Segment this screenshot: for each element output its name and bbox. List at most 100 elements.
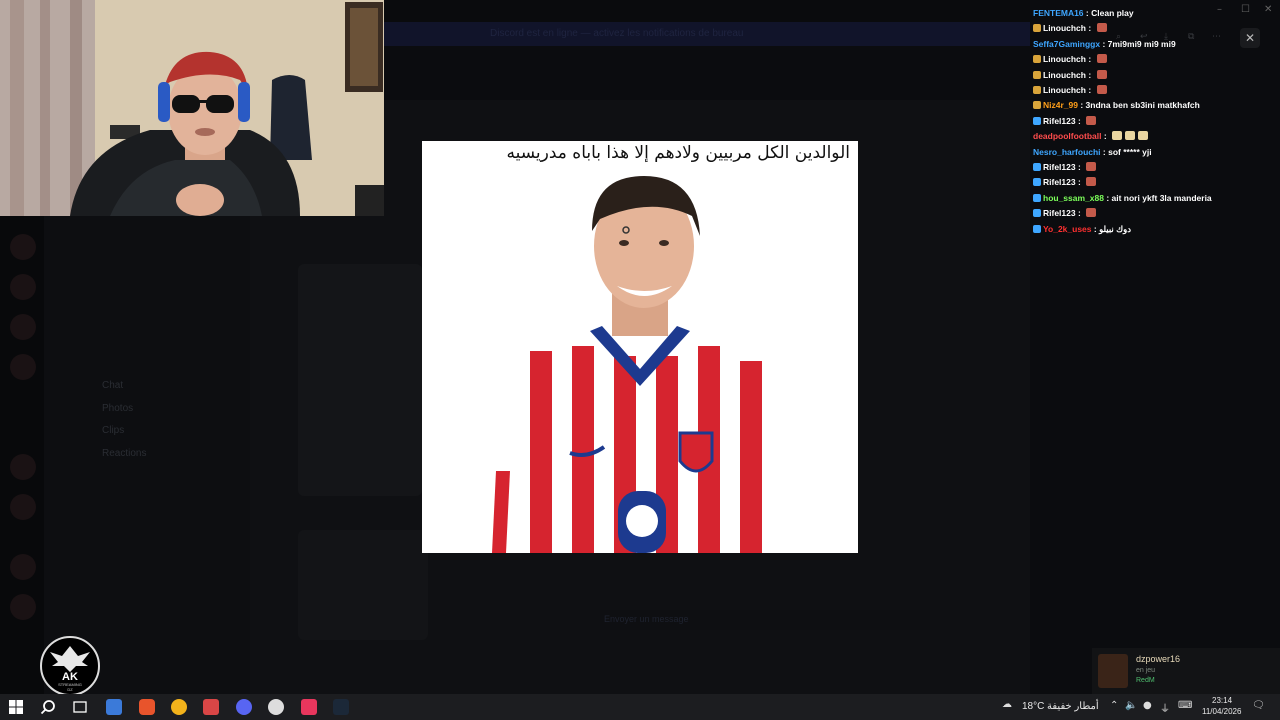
chat-text: 3ndna ben sb3ini matkhafch [1085, 100, 1200, 111]
brave-browser-icon[interactable] [139, 699, 155, 715]
taskbar: ☁ 18°C أمطار خفيفة ⌃ 🔈 ● ⏚ ⌨ 23:14 11/04… [0, 694, 1280, 720]
chat-username[interactable]: hou_ssam_x88 [1043, 193, 1104, 203]
chat-username[interactable]: Niz4r_99 [1043, 100, 1078, 110]
chat-text: ait nori ykft 3la manderia [1111, 192, 1212, 203]
chat-badge-icon [1033, 224, 1041, 233]
chat-message: Linouchch : [1033, 83, 1107, 98]
chat-text: 7mi9mi9 mi9 mi9 [1107, 38, 1176, 49]
chat-badge-icon [1033, 163, 1041, 171]
channel-chat[interactable]: Chat [102, 380, 123, 391]
tiktok-icon[interactable] [301, 699, 317, 715]
chat-message: Linouchch : [1033, 52, 1107, 67]
chat-separator: : [1077, 100, 1086, 111]
chat-username[interactable]: deadpoolfootball [1033, 131, 1101, 141]
obs-icon[interactable] [268, 699, 284, 715]
chat-text: sof ***** yji [1108, 146, 1152, 157]
chat-emote-icon [1138, 131, 1149, 141]
chat-message: Rifel123 : [1033, 160, 1097, 175]
chat-separator: : [1075, 162, 1084, 172]
chat-emote-icon [1086, 162, 1097, 171]
steam-icon[interactable] [333, 699, 349, 715]
server-icon[interactable] [10, 234, 36, 260]
background-channel-list [44, 216, 250, 694]
activity-notification[interactable]: dzpower16 en jeu RedM [1092, 648, 1280, 694]
mail-icon[interactable] [203, 699, 219, 715]
chat-message: Rifel123 : [1033, 114, 1097, 129]
weather-temperature: 18°C [1022, 701, 1045, 712]
eagle-logo-icon: AK STREAMING DZ [50, 646, 90, 692]
chrome-icon[interactable] [171, 699, 187, 715]
chat-separator: : [1091, 223, 1100, 234]
chat-separator: : [1083, 8, 1092, 18]
chat-badge-icon [1033, 209, 1041, 218]
chat-separator: : [1103, 192, 1112, 203]
chat-separator: : [1085, 23, 1094, 34]
chat-username[interactable]: Linouchch [1043, 85, 1086, 95]
server-icon[interactable] [10, 454, 36, 480]
windows-start-icon[interactable] [8, 699, 24, 715]
chat-badge-icon [1033, 55, 1041, 64]
discord-icon[interactable] [236, 699, 252, 715]
chat-separator: : [1101, 131, 1110, 142]
chat-emote-icon [1096, 54, 1107, 64]
background-titlebar [384, 0, 1030, 22]
server-icon[interactable] [10, 494, 36, 520]
background-message-input[interactable]: Envoyer un message [600, 610, 930, 630]
chat-message: deadpoolfootball : [1033, 129, 1149, 144]
chat-emote-icon [1096, 23, 1107, 33]
clock-date[interactable]: 11/04/2026 [1202, 707, 1241, 716]
volume-icon[interactable]: 🔈 [1125, 700, 1137, 711]
chat-username[interactable]: Seffa7Gaminggx [1033, 39, 1100, 49]
chat-separator: : [1075, 115, 1084, 126]
webcam-image [0, 0, 384, 216]
task-view-icon[interactable] [72, 699, 88, 715]
keyboard-icon[interactable]: ⌨ [1178, 700, 1192, 711]
clock-time[interactable]: 23:14 [1212, 696, 1232, 705]
chat-badge-icon [1033, 86, 1041, 94]
chat-username[interactable]: FENTEMA16 [1033, 8, 1084, 18]
search-icon[interactable] [40, 699, 56, 715]
microphone-icon[interactable]: ● [1143, 700, 1152, 711]
notification-center-icon[interactable]: 🗨 [1252, 700, 1265, 711]
server-icon[interactable] [10, 554, 36, 580]
chat-message: Nesro_harfouchi : sof ***** yji [1033, 145, 1152, 160]
live-chat-overlay: FENTEMA16 : Clean play Linouchch : Seffa7… [1030, 0, 1280, 240]
server-icon[interactable] [10, 274, 36, 300]
chat-username[interactable]: Nesro_harfouchi [1033, 147, 1101, 157]
server-icon[interactable] [10, 314, 36, 340]
chat-username[interactable]: Yo_2k_uses [1043, 224, 1092, 234]
chat-separator: : [1085, 85, 1094, 95]
notification-game: RedM [1136, 677, 1155, 684]
channel-reactions[interactable]: Reactions [102, 448, 146, 459]
chat-separator: : [1075, 208, 1084, 219]
background-banner-text: Discord est en ligne — activez les notif… [490, 28, 744, 39]
chat-username[interactable]: Linouchch [1043, 70, 1086, 80]
chat-username[interactable]: Rifel123 [1043, 162, 1076, 172]
chat-emote-icon [1096, 85, 1107, 94]
screen: Discord est en ligne — activez les notif… [0, 0, 1280, 720]
chat-username[interactable]: Rifel123 [1043, 208, 1076, 218]
server-icon[interactable] [10, 354, 36, 380]
chat-message: Rifel123 : [1033, 206, 1097, 221]
chat-username[interactable]: Linouchch [1043, 23, 1086, 33]
chat-message: Niz4r_99 : 3ndna ben sb3ini matkhafch [1033, 98, 1200, 113]
chat-username[interactable]: Rifel123 [1043, 177, 1076, 187]
store-icon[interactable] [106, 699, 122, 715]
chat-emote-icon [1086, 115, 1097, 125]
server-icon[interactable] [10, 594, 36, 620]
chevron-up-icon[interactable]: ⌃ [1110, 700, 1118, 711]
notification-username: dzpower16 [1136, 654, 1181, 664]
usb-icon[interactable]: ⏚ [1160, 700, 1170, 715]
channel-photos[interactable]: Photos [102, 403, 133, 414]
chat-username[interactable]: Rifel123 [1043, 116, 1076, 126]
chat-message: hou_ssam_x88 : ait nori ykft 3la manderi… [1033, 191, 1212, 206]
chat-separator: : [1085, 69, 1094, 80]
chat-badge-icon [1033, 101, 1041, 110]
chat-message: Yo_2k_uses : دوك نبيلو [1033, 222, 1131, 237]
chat-username[interactable]: Linouchch [1043, 54, 1086, 64]
weather-description: أمطار خفيفة [1047, 701, 1099, 712]
channel-clips[interactable]: Clips [102, 425, 124, 436]
chat-text: Clean play [1091, 8, 1134, 18]
weather-icon[interactable]: ☁ [1002, 699, 1012, 710]
streamer-logo: AK STREAMING DZ [40, 636, 100, 696]
